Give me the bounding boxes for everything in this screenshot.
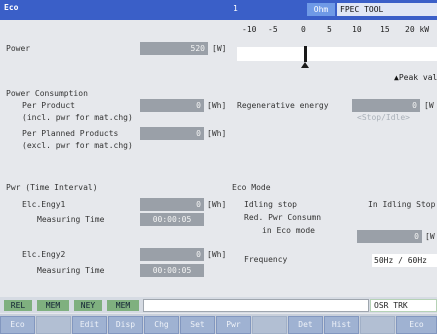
eco-mode-heading: Eco Mode [232,183,271,192]
softkey-det[interactable]: Det [288,316,323,334]
measuring-time-2-label: Measuring Time [37,266,105,275]
scale-tick: 15 [380,25,390,34]
reduced-power-label-2: in Eco mode [262,226,315,235]
softkey-blank[interactable] [252,316,287,334]
per-product-note: (incl. pwr for mat.chg) [22,113,133,122]
title-bar: Eco 1 Ohm FPEC TOOL [0,0,437,20]
power-label: Power [6,44,31,53]
scale-tick: 5 [327,25,332,34]
planned-products-note: (excl. pwr for mat.chg) [22,141,133,150]
softkey-pwr[interactable]: Pwr [216,316,251,334]
reduced-power-label: Red. Pwr Consumn [244,213,322,222]
idling-stop-label: Idling stop [244,200,297,209]
per-product-value: 0 [140,99,204,112]
interval-heading: Pwr (Time Interval) [6,183,98,192]
softkey-edit[interactable]: Edit [72,316,107,334]
per-product-label: Per Product [22,101,75,110]
per-product-unit: [Wh] [207,101,227,110]
status-indicator: MEM [107,300,139,311]
power-marker [304,46,307,62]
elc-engy1-unit: [Wh] [207,200,227,209]
elc-engy2-unit: [Wh] [207,250,227,259]
regen-energy-label: Regenerative energy [237,101,329,110]
status-indicator: NEY [74,300,102,311]
softkey-disp[interactable]: Disp [108,316,143,334]
softkey-blank[interactable] [36,316,71,334]
screen-number: 1 [233,4,238,13]
elc-engy1-value: 0 [140,198,204,211]
elc-engy1-label: Elc.Engy1 [22,200,66,209]
planned-products-label: Per Planned Products [22,129,119,138]
softkey-chg[interactable]: Chg [144,316,179,334]
reduced-power-unit: [W [425,232,435,241]
measuring-time-1-label: Measuring Time [37,215,105,224]
scale-tick: 0 [301,25,306,34]
app-title: Eco [4,3,19,12]
scale-tick: 10 [352,25,362,34]
elc-engy2-label: Elc.Engy2 [22,250,66,259]
reduced-power-value: 0 [357,230,422,243]
regen-energy-value: 0 [352,99,420,112]
peak-triangle-icon [301,62,309,68]
idling-stop-value: In Idling Stop [368,200,436,209]
measuring-time-1-value: 00:00:05 [140,213,204,226]
softkey-set[interactable]: Set [180,316,215,334]
softkey-eco-2[interactable]: Eco [396,316,437,334]
power-unit: [W] [212,44,227,53]
softkey-hist[interactable]: Hist [324,316,359,334]
softkey-blank[interactable] [360,316,395,334]
scale-tick: 20 kW [405,25,430,34]
regen-energy-unit: [W [424,101,434,110]
consumption-heading: Power Consumption [6,89,88,98]
peak-legend: ▲Peak val [394,73,437,82]
elc-engy2-value: 0 [140,248,204,261]
peak-legend-label: Peak val [398,73,437,82]
regen-energy-note: <Stop/Idle> [357,113,410,122]
status-indicator: MEM [37,300,69,311]
planned-products-value: 0 [140,127,204,140]
measuring-time-2-value: 00:00:05 [140,264,204,277]
status-indicator: REL [4,300,32,311]
cnc-name: FPEC TOOL [337,3,437,16]
power-scale-bar [237,47,437,61]
frequency-label: Frequency [244,255,288,264]
scale-tick: -10 [242,25,257,34]
planned-products-unit: [Wh] [207,129,227,138]
power-value: 520 [140,42,208,55]
mode-indicator: Ohm [307,3,335,16]
scale-tick: -5 [268,25,278,34]
edit-indicator: OSR TRK [370,299,437,312]
softkey-eco[interactable]: Eco [0,316,35,334]
command-input[interactable] [143,299,369,312]
frequency-value: 50Hz / 60Hz [372,254,437,267]
